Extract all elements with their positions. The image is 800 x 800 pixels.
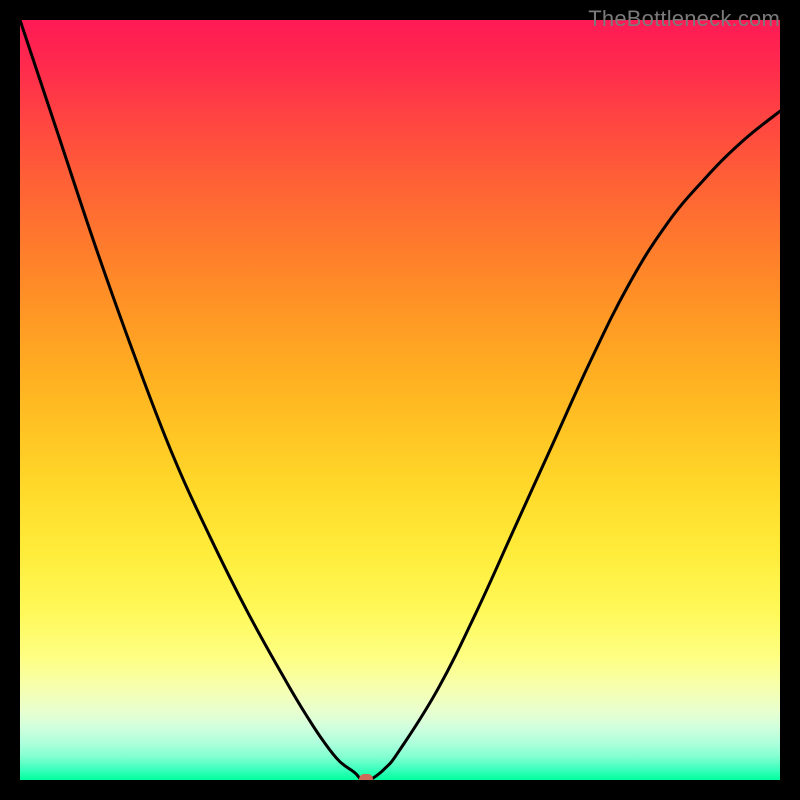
bottleneck-curve: [20, 20, 780, 780]
watermark-text: TheBottleneck.com: [588, 6, 780, 32]
curve-svg: [20, 20, 780, 780]
chart-frame: TheBottleneck.com: [0, 0, 800, 800]
plot-area: [20, 20, 780, 780]
minimum-marker-icon: [359, 774, 373, 780]
